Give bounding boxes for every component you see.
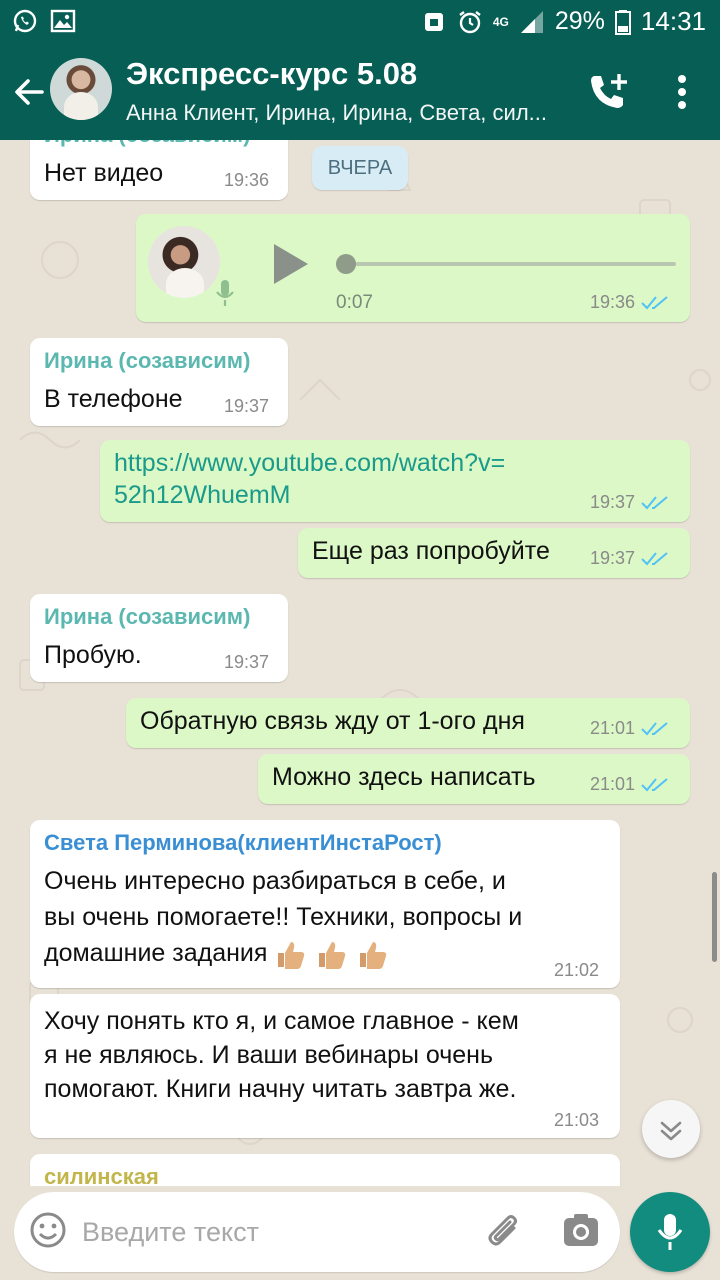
message-sender: Света Перминова(клиентИнстаРост) [44, 830, 442, 855]
message-time: 19:37 [224, 396, 270, 416]
message-time: 19:36 [590, 292, 669, 313]
alarm-icon [459, 10, 481, 33]
message-incoming[interactable]: Света Перминова(клиентИнстаРост) Очень и… [30, 820, 620, 988]
message-text: домашние задания [44, 936, 390, 970]
message-incoming[interactable]: Ирина (созависим) В телефоне 19:37 [30, 338, 288, 426]
back-arrow-icon[interactable] [8, 68, 52, 116]
message-link[interactable]: 52h12WhuemM [114, 478, 290, 512]
message-incoming[interactable]: Ирина (созависим) Пробую. 19:37 [30, 594, 288, 682]
message-text: В телефоне [44, 385, 183, 413]
message-outgoing[interactable]: Еще раз попробуйте 19:37 [298, 528, 690, 578]
play-icon[interactable] [270, 242, 310, 286]
message-sender: Ирина (созависим) [44, 604, 251, 629]
sender-avatar [148, 226, 220, 298]
thumbs-up-icon [319, 942, 346, 970]
message-outgoing[interactable]: Можно здесь написать 21:01 [258, 754, 690, 804]
message-incoming[interactable]: Хочу понять кто я, и самое главное - кем… [30, 994, 620, 1138]
thumbs-up-icon [360, 942, 387, 970]
thumbs-up-icon [278, 942, 305, 970]
message-time: 19:37 [590, 492, 669, 513]
camera-icon[interactable] [562, 1212, 600, 1250]
compose-box [14, 1192, 620, 1272]
voice-message[interactable]: 0:07 19:36 [136, 214, 690, 322]
emoji-icon[interactable] [28, 1210, 68, 1250]
message-time: 21:01 [590, 718, 669, 739]
signal-icon [520, 10, 543, 33]
message-outgoing[interactable]: https://www.youtube.com/watch?v= 52h12Wh… [100, 440, 690, 522]
voice-progress-handle[interactable] [336, 254, 356, 274]
double-check-icon [641, 778, 668, 792]
double-check-icon [641, 552, 668, 566]
voice-progress-track[interactable] [346, 262, 676, 266]
clock: 14:31 [640, 6, 706, 36]
network-type: 4G [492, 14, 509, 29]
message-text: вы очень помогаете!! Техники, вопросы и [44, 903, 523, 931]
mic-icon [657, 1214, 683, 1250]
voice-record-button[interactable] [630, 1192, 710, 1272]
message-time: 19:36 [224, 170, 270, 190]
chat-header: Экспресс-курс 5.08 Анна Клиент, Ирина, И… [0, 44, 720, 140]
scroll-to-bottom-button[interactable] [642, 1100, 700, 1158]
message-text: я не являюсь. И ваши вебинары очень [44, 1041, 494, 1069]
compose-bar [0, 1186, 720, 1280]
voice-duration: 0:07 [336, 292, 373, 313]
message-text: Пробую. [44, 641, 142, 669]
whatsapp-icon [13, 9, 37, 33]
message-text: Можно здесь написать [272, 763, 536, 791]
android-icon [424, 12, 443, 31]
message-sender: Ирина (созависим) [44, 348, 251, 373]
message-text: Очень интересно разбираться в себе, и [44, 867, 506, 895]
double-check-icon [641, 296, 668, 310]
message-text: Нет видео [44, 159, 164, 187]
attach-icon[interactable] [482, 1210, 522, 1252]
scrollbar[interactable] [712, 872, 717, 962]
battery-percent: 29% [554, 7, 605, 35]
more-vert-icon[interactable] [664, 70, 700, 114]
add-call-icon[interactable] [586, 70, 630, 114]
mic-icon [216, 280, 234, 306]
message-time: 21:02 [554, 960, 600, 980]
message-incoming[interactable]: силинская [30, 1154, 620, 1186]
message-text: Хочу понять кто я, и самое главное - кем [44, 1007, 519, 1035]
status-bar: 4G 29% 14:31 [0, 0, 720, 44]
battery-icon [614, 9, 631, 35]
message-incoming[interactable]: Ирина (созависим) Нет видео 19:36 [30, 140, 288, 200]
double-check-icon [641, 722, 668, 736]
chevron-down-icon [660, 1121, 682, 1141]
double-check-icon [641, 496, 668, 510]
message-time: 21:03 [554, 1110, 600, 1130]
message-input[interactable] [82, 1212, 462, 1252]
chat-title[interactable]: Экспресс-курс 5.08 [126, 56, 417, 92]
message-text: Обратную связь жду от 1-ого дня [140, 707, 525, 735]
message-sender: силинская [44, 1164, 159, 1186]
message-time: 21:01 [590, 774, 669, 795]
message-outgoing[interactable]: Обратную связь жду от 1-ого дня 21:01 [126, 698, 690, 748]
message-sender: Ирина (созависим) [44, 140, 250, 148]
date-chip: ВЧЕРА [312, 146, 408, 190]
group-avatar[interactable] [50, 58, 112, 120]
message-list[interactable]: ВЧЕРА Ирина (созависим) Нет видео 19:36 … [0, 140, 720, 1186]
chat-members[interactable]: Анна Клиент, Ирина, Ирина, Света, сил... [126, 100, 566, 126]
message-link[interactable]: https://www.youtube.com/watch?v= [114, 446, 505, 480]
gallery-icon [50, 9, 76, 33]
message-time: 19:37 [224, 652, 270, 672]
message-time: 19:37 [590, 548, 669, 569]
message-text: Еще раз попробуйте [312, 537, 550, 565]
message-text: помогают. Книги начну читать завтра же. [44, 1075, 517, 1103]
